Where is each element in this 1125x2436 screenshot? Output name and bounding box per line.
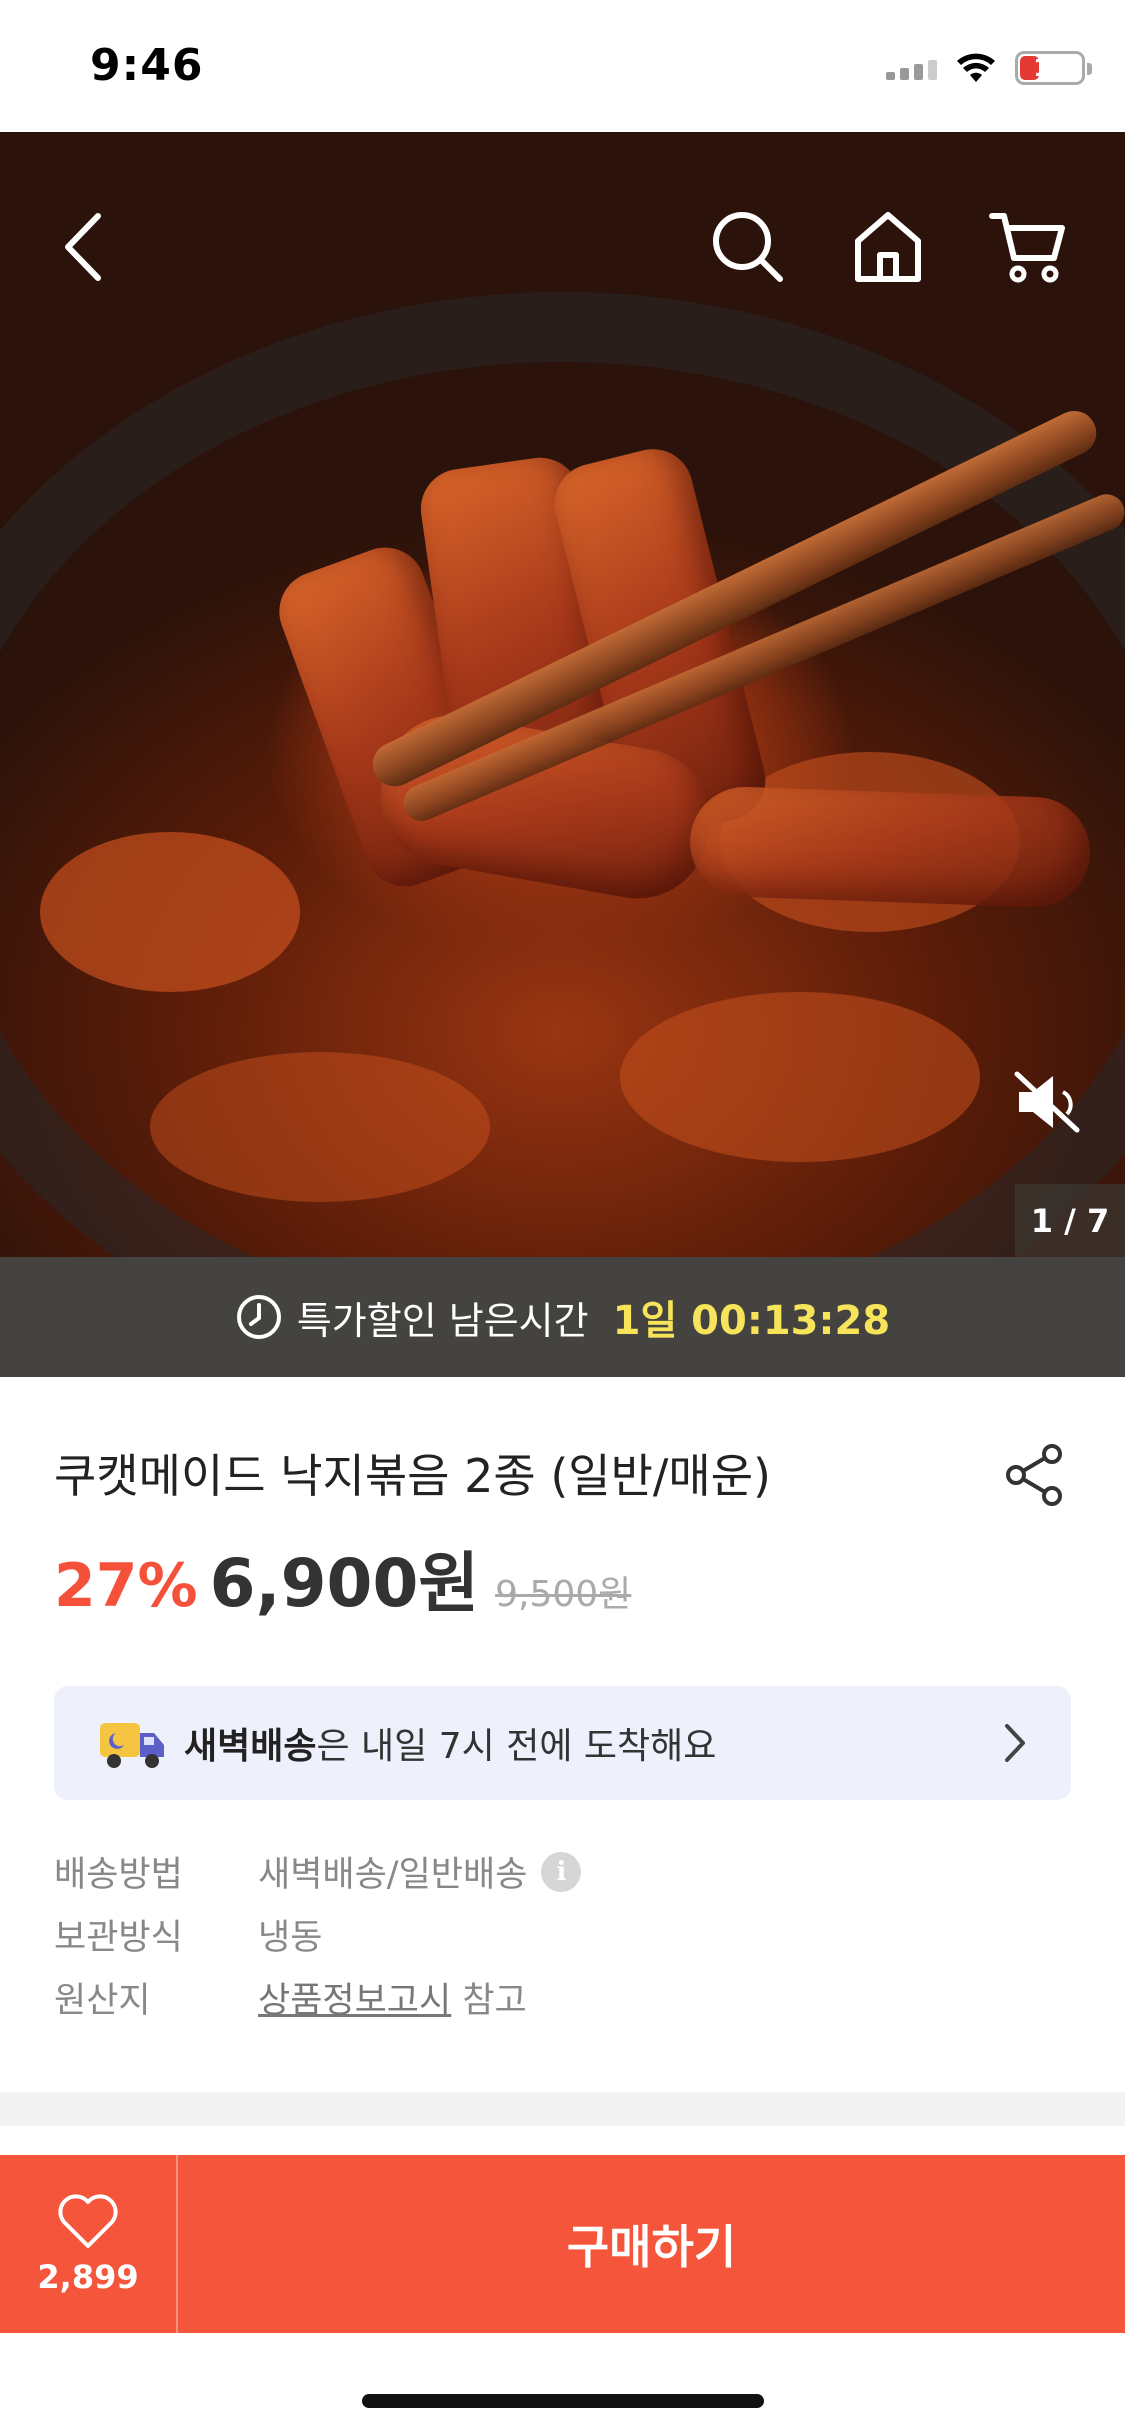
- timer-label: 특가할인 남은시간: [296, 1298, 589, 1343]
- battery-level: 12: [1033, 54, 1067, 82]
- product-image[interactable]: 1 / 7: [0, 132, 1125, 1257]
- signal-icon: [886, 56, 937, 80]
- food-decoration: [620, 992, 980, 1162]
- like-count: 2,899: [37, 2258, 139, 2296]
- info-row-shipping: 배송방법 새벽배송/일반배송 i: [54, 1840, 582, 1903]
- product-title: 쿠캣메이드 낙지볶음 2종 (일반/매운): [54, 1449, 772, 1503]
- storage-method: 냉동: [258, 1918, 323, 1958]
- cart-icon: [989, 213, 1065, 283]
- like-button[interactable]: 2,899: [0, 2155, 178, 2333]
- clock-icon: [236, 1295, 281, 1339]
- mute-button[interactable]: [998, 1052, 1098, 1152]
- share-icon: [1006, 1444, 1062, 1506]
- section-divider: [0, 2092, 1125, 2126]
- info-key: 원산지: [54, 1981, 151, 2021]
- search-icon: [713, 212, 783, 282]
- battery-icon: 12: [1015, 51, 1092, 85]
- price-row: 27% 6,900원 9,500원: [54, 1530, 631, 1626]
- delivery-eta: 은 내일 7시 전에 도착해요: [316, 1726, 717, 1767]
- sale-timer-bar: 특가할인 남은시간 1일 00:13:28: [0, 1257, 1125, 1377]
- home-button[interactable]: [833, 192, 943, 302]
- info-key: 배송방법: [54, 1855, 183, 1895]
- product-notice-link[interactable]: 상품정보고시: [258, 1972, 451, 2023]
- share-button[interactable]: [995, 1435, 1075, 1515]
- cart-button[interactable]: [973, 192, 1083, 302]
- speaker-muted-icon: [1014, 1071, 1080, 1133]
- timer-value: 1일 00:13:28: [612, 1298, 891, 1344]
- product-info-table: 배송방법 새벽배송/일반배송 i 보관방식 냉동 원산지 상품정보고시 참고: [54, 1840, 582, 2029]
- image-page-indicator: 1 / 7: [1015, 1184, 1125, 1257]
- bottom-action-bar: 2,899 구매하기: [0, 2155, 1125, 2333]
- delivery-message: 새벽배송은 내일 7시 전에 도착해요: [184, 1717, 716, 1769]
- original-price: 9,500원: [495, 1574, 632, 1615]
- delivery-type: 새벽배송: [184, 1726, 317, 1767]
- info-value: 새벽배송/일반배송 i: [258, 1846, 582, 1897]
- dawn-delivery-banner[interactable]: 새벽배송은 내일 7시 전에 도착해요: [54, 1686, 1071, 1800]
- wifi-icon: [957, 53, 995, 82]
- chevron-right-icon: [1005, 1724, 1025, 1762]
- chevron-left-icon: [65, 213, 101, 281]
- search-button[interactable]: [693, 192, 803, 302]
- status-icons: 12: [886, 48, 1092, 88]
- sale-price: 6,900원: [209, 1545, 480, 1622]
- status-bar: 9:46 12: [0, 0, 1125, 132]
- shipping-method: 새벽배송/일반배송: [258, 1855, 528, 1895]
- origin-suffix: 참고: [451, 1981, 527, 2021]
- buy-button[interactable]: 구매하기: [178, 2155, 1125, 2333]
- discount-rate: 27%: [54, 1551, 198, 1621]
- food-decoration: [40, 832, 300, 992]
- delivery-truck-icon: [100, 1723, 164, 1768]
- home-icon: [855, 212, 921, 282]
- info-key: 보관방식: [54, 1918, 183, 1958]
- food-decoration: [688, 785, 1092, 909]
- info-row-origin: 원산지 상품정보고시 참고: [54, 1966, 581, 2029]
- info-value: 상품정보고시 참고: [258, 1972, 527, 2023]
- food-decoration: [150, 1052, 490, 1202]
- status-time: 9:46: [90, 40, 204, 91]
- info-icon[interactable]: i: [541, 1851, 582, 1892]
- back-button[interactable]: [30, 192, 140, 302]
- info-row-storage: 보관방식 냉동: [54, 1903, 581, 1966]
- home-indicator: [362, 2394, 764, 2408]
- heart-icon: [58, 2194, 118, 2248]
